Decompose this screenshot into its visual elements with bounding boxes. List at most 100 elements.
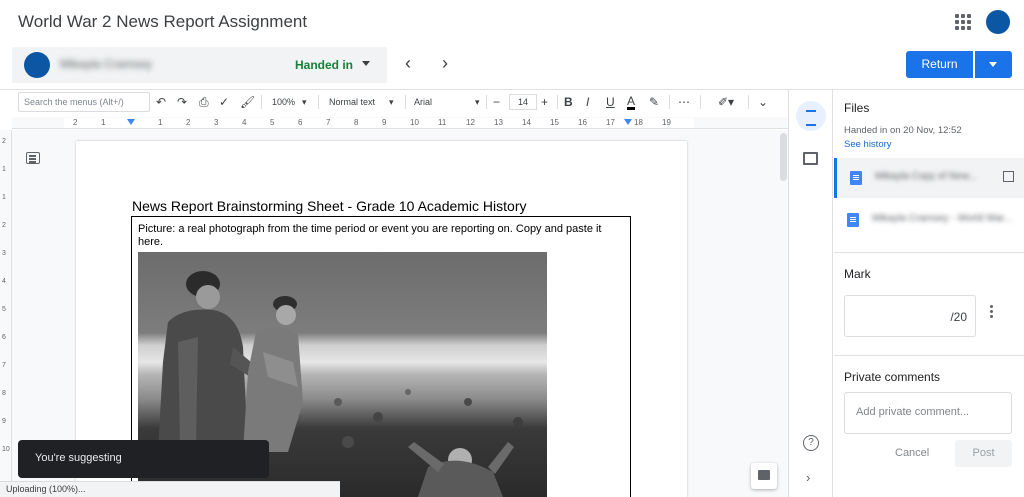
indent-marker-icon[interactable]: [127, 119, 135, 125]
right-indent-marker-icon[interactable]: [624, 119, 632, 125]
ruler-tick-label: 7: [326, 118, 331, 127]
ruler-tick-label: 16: [578, 118, 587, 127]
increase-font-icon[interactable]: +: [541, 95, 548, 109]
vertical-ruler: [0, 130, 12, 497]
vertical-ruler-tick-label: 3: [2, 250, 6, 257]
return-options-button[interactable]: [975, 51, 1012, 78]
account-avatar[interactable]: [986, 10, 1010, 34]
assignment-title: World War 2 News Report Assignment: [18, 12, 308, 31]
apps-grid-icon[interactable]: [955, 14, 971, 30]
ruler-tick-label: 8: [354, 118, 359, 127]
underline-button[interactable]: U: [606, 95, 615, 109]
vertical-ruler-tick-label: 10: [2, 446, 10, 453]
undo-icon[interactable]: ↶: [156, 95, 166, 109]
zoom-select[interactable]: 100%: [272, 97, 295, 107]
divider: [486, 95, 487, 109]
divider: [0, 89, 1024, 90]
ruler-tick-label: 4: [242, 118, 247, 127]
vertical-ruler-tick-label: 1: [2, 166, 6, 173]
chevron-down-icon[interactable]: [362, 61, 370, 66]
italic-button[interactable]: I: [586, 95, 589, 109]
print-icon[interactable]: ⎙: [199, 95, 209, 110]
vertical-scrollbar[interactable]: [780, 133, 787, 181]
comments-panel-icon[interactable]: [803, 152, 818, 165]
bold-button[interactable]: B: [564, 95, 573, 109]
redo-icon[interactable]: ↷: [177, 95, 187, 109]
divider: [669, 95, 670, 109]
ruler-tick-label: 10: [410, 118, 419, 127]
student-selector[interactable]: Mikayla Cramsey Handed in: [12, 47, 387, 83]
vertical-ruler-tick-label: 9: [2, 418, 6, 425]
return-button[interactable]: Return: [906, 51, 973, 78]
decrease-font-icon[interactable]: −: [493, 95, 500, 109]
ruler-tick-label: 11: [438, 118, 447, 127]
divider: [261, 95, 262, 109]
cancel-button[interactable]: Cancel: [895, 447, 929, 459]
student-avatar: [24, 52, 50, 78]
document-outline-icon[interactable]: [26, 152, 40, 164]
ruler-tick-label: 1: [101, 118, 106, 127]
more-vert-icon[interactable]: [990, 310, 993, 313]
files-panel-icon[interactable]: [796, 101, 826, 131]
font-select[interactable]: Arial: [414, 97, 432, 107]
document-heading: News Report Brainstorming Sheet - Grade …: [132, 198, 527, 214]
more-icon[interactable]: ⋯: [678, 95, 690, 109]
ruler-tick-label: 1: [158, 118, 163, 127]
doc-icon: [847, 213, 859, 227]
ruler-tick-label: 19: [662, 118, 671, 127]
file-item[interactable]: Mikayla Copy of New...: [834, 158, 1024, 198]
private-comment-input[interactable]: Add private comment...: [844, 392, 1012, 434]
suggesting-toast: You're suggesting: [18, 440, 269, 478]
private-comments-title: Private comments: [844, 370, 941, 384]
vertical-ruler-tick-label: 1: [2, 194, 6, 201]
divider: [748, 95, 749, 109]
spellcheck-icon[interactable]: ✓: [219, 95, 229, 109]
ruler-tick-label: 5: [270, 118, 275, 127]
highlight-icon[interactable]: ✎: [649, 95, 659, 109]
vertical-ruler-tick-label: 6: [2, 334, 6, 341]
chevron-down-icon: ▾: [389, 97, 394, 107]
file-name: Mikayla Cramsey - World War...: [872, 213, 1013, 224]
style-select[interactable]: Normal text: [329, 97, 375, 107]
divider: [557, 95, 558, 109]
collapse-toolbar-icon[interactable]: ⌄: [758, 95, 768, 109]
ruler-tick-label: 2: [73, 118, 78, 127]
vertical-ruler-tick-label: 5: [2, 306, 6, 313]
help-icon[interactable]: ?: [803, 435, 819, 451]
vertical-ruler-tick-label: 2: [2, 138, 6, 145]
doc-icon: [850, 171, 862, 185]
open-in-new-icon[interactable]: [1003, 171, 1014, 182]
font-size-input[interactable]: 14: [509, 94, 537, 110]
add-comment-icon[interactable]: [751, 463, 777, 489]
vertical-ruler-tick-label: 4: [2, 278, 6, 285]
handed-in-timestamp: Handed in on 20 Nov, 12:52: [844, 125, 962, 136]
file-item[interactable]: Mikayla Cramsey - World War...: [834, 200, 1024, 240]
files-title: Files: [844, 101, 870, 115]
ruler-tick-label: 2: [186, 118, 191, 127]
ruler-tick-label: 18: [634, 118, 643, 127]
previous-student-icon[interactable]: ‹: [405, 53, 411, 74]
divider: [834, 355, 1024, 356]
chevron-right-icon[interactable]: ›: [806, 470, 810, 485]
mark-title: Mark: [844, 267, 871, 281]
vertical-ruler-tick-label: 2: [2, 222, 6, 229]
editor-toolbar: Search the menus (Alt+/) ↶ ↷ ⎙ ✓ 🖌 100% …: [12, 92, 788, 114]
vertical-ruler-tick-label: 8: [2, 390, 6, 397]
divider: [700, 95, 701, 109]
post-button[interactable]: Post: [955, 440, 1012, 467]
see-history-link[interactable]: See history: [844, 139, 892, 150]
next-student-icon[interactable]: ›: [442, 53, 448, 74]
text-color-button[interactable]: A: [627, 95, 636, 110]
ruler-tick-label: 13: [494, 118, 503, 127]
file-name: Mikayla Copy of New...: [875, 171, 977, 182]
ruler-tick-label: 15: [550, 118, 559, 127]
ruler-tick-label: 14: [522, 118, 531, 127]
edit-mode-icon[interactable]: ✐▾: [718, 95, 734, 109]
divider: [834, 252, 1024, 253]
paint-format-icon[interactable]: 🖌: [240, 95, 255, 109]
menu-search-input[interactable]: Search the menus (Alt+/): [18, 92, 150, 112]
mark-input[interactable]: /20: [844, 295, 976, 337]
ruler-tick-label: 3: [214, 118, 219, 127]
divider: [318, 95, 319, 109]
student-name: Mikayla Cramsey: [60, 57, 153, 71]
